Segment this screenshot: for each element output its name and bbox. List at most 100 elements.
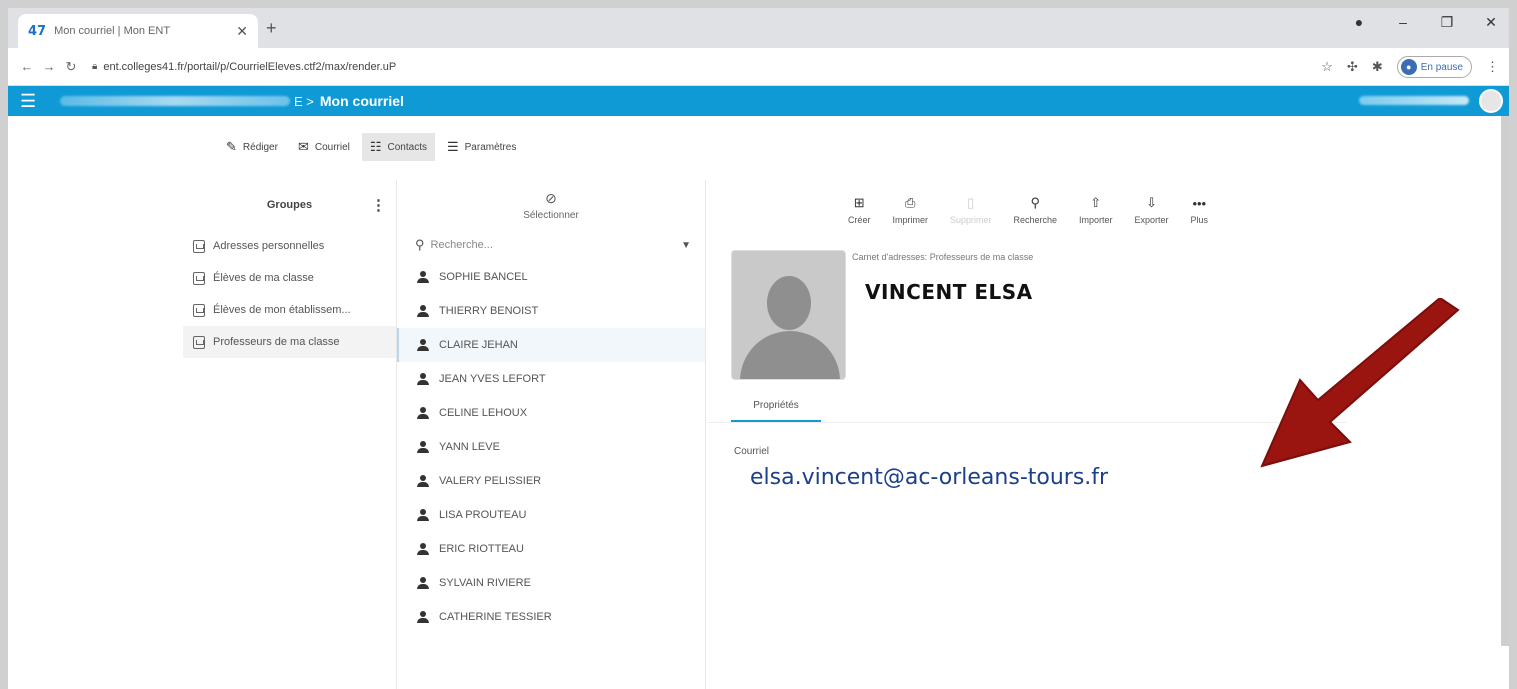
contact-item[interactable]: VALERY PELISSIER — [397, 464, 705, 498]
new-tab-icon[interactable]: + — [266, 18, 277, 39]
contact-actions: ⊞ Créer ⎙ Imprimer ▯ Supprimer ⚲ Recherc… — [707, 180, 1349, 240]
contact-name: LISA PROUTEAU — [439, 509, 527, 521]
user-avatar[interactable] — [1479, 89, 1503, 113]
url-field[interactable]: 🔒︎ ent.colleges41.fr/portail/p/CourrielE… — [92, 61, 396, 73]
annotation-arrow-icon — [1260, 298, 1460, 468]
reload-icon[interactable]: ↻ — [60, 59, 82, 75]
tab-contacts[interactable]: ☷ Contacts — [361, 133, 435, 161]
puzzle-icon[interactable]: ✱ — [1372, 59, 1383, 75]
extension-area: ☆ ✣ ✱ ● En pause ⋮ — [1321, 56, 1499, 78]
more-icon: ••• — [1192, 195, 1207, 211]
groups-panel: Groupes ⋮ Adresses personnelles Élèves d… — [183, 180, 396, 689]
contact-fullname: VINCENT ELSA — [865, 280, 1033, 304]
tab-label: Rédiger — [242, 141, 278, 153]
create-button[interactable]: ⊞ Créer — [848, 195, 871, 225]
profile-avatar-icon: ● — [1400, 59, 1417, 75]
address-book-icon — [193, 335, 205, 349]
contact-item[interactable]: ERIC RIOTTEAU — [397, 532, 705, 566]
contact-item[interactable]: THIERRY BENOIST — [397, 294, 705, 328]
contacts-icon: ☷ — [369, 139, 382, 154]
address-book-icon — [193, 271, 205, 285]
action-label: Supprimer — [949, 215, 992, 225]
contact-name: SYLVAIN RIVIERE — [439, 577, 531, 589]
tab-properties[interactable]: Propriétés — [731, 390, 821, 422]
group-item[interactable]: Élèves de ma classe — [183, 262, 396, 294]
contact-name: CATHERINE TESSIER — [439, 611, 552, 623]
contact-item[interactable]: JEAN YVES LEFORT — [397, 362, 705, 396]
compose-icon: ✎ — [226, 139, 237, 154]
tab-mail[interactable]: ✉ Courriel — [290, 133, 358, 161]
delete-button[interactable]: ▯ Supprimer — [950, 195, 992, 225]
account-circle-icon[interactable]: ● — [1351, 14, 1367, 31]
search-input[interactable]: Recherche... — [431, 239, 682, 251]
settings-icon: ☰ — [446, 139, 459, 154]
contact-name: ERIC RIOTTEAU — [439, 543, 524, 555]
profile-status: En pause — [1420, 61, 1463, 73]
back-icon[interactable]: ← — [16, 59, 38, 74]
tab-label: Paramètres — [464, 141, 517, 153]
trash-icon: ▯ — [967, 195, 975, 210]
tab-title: Mon courriel | Mon ENT — [54, 25, 171, 37]
contact-item[interactable]: SYLVAIN RIVIERE — [397, 566, 705, 600]
scrollbar[interactable] — [1501, 116, 1509, 646]
address-book-icon — [193, 239, 205, 253]
close-tab-icon[interactable]: ✕ — [236, 23, 248, 40]
tab-label: Courriel — [314, 141, 350, 153]
search-button[interactable]: ⚲ Recherche — [1013, 195, 1057, 225]
address-book-icon — [193, 303, 205, 317]
app-header: ☰ E > Mon courriel — [8, 86, 1509, 116]
group-label: Adresses personnelles — [213, 240, 325, 252]
contact-search[interactable]: ⚲ Recherche... ▼ — [397, 230, 705, 260]
silhouette-head — [767, 276, 811, 330]
group-item[interactable]: Élèves de mon établissem... — [183, 294, 396, 326]
print-button[interactable]: ⎙ Imprimer — [892, 195, 928, 225]
contact-item[interactable]: SOPHIE BANCEL — [397, 260, 705, 294]
chevron-down-icon[interactable]: ▼ — [681, 240, 691, 251]
action-label: Créer — [847, 215, 871, 225]
page-title: Mon courriel — [319, 93, 404, 109]
more-button[interactable]: ••• Plus — [1191, 196, 1209, 225]
contact-item[interactable]: YANN LEVE — [397, 430, 705, 464]
action-label: Recherche — [1013, 215, 1057, 225]
export-button[interactable]: ⇩ Exporter — [1135, 195, 1169, 225]
contact-name: THIERRY BENOIST — [439, 305, 539, 317]
group-item[interactable]: Adresses personnelles — [183, 230, 396, 262]
restore-icon[interactable]: ❐ — [1439, 14, 1455, 31]
action-label: Plus — [1190, 214, 1209, 225]
contact-item[interactable]: CATHERINE TESSIER — [397, 600, 705, 634]
person-icon — [417, 305, 429, 317]
select-button[interactable]: ⊘ Sélectionner — [397, 180, 705, 230]
group-item-selected[interactable]: Professeurs de ma classe — [183, 326, 396, 358]
tab-compose[interactable]: ✎ Rédiger — [218, 133, 286, 161]
person-icon — [417, 475, 429, 487]
contact-item[interactable]: LISA PROUTEAU — [397, 498, 705, 532]
menu-dots-icon[interactable]: ⋮ — [1486, 59, 1499, 75]
tab-bar: 47 Mon courriel | Mon ENT ✕ + ● – ❐ ✕ — [8, 8, 1509, 48]
arrow-shape — [1260, 298, 1460, 468]
action-label: Importer — [1079, 215, 1113, 225]
contact-name: SOPHIE BANCEL — [439, 271, 528, 283]
tab-settings[interactable]: ☰ Paramètres — [439, 133, 524, 161]
person-icon — [417, 577, 429, 589]
divider — [707, 422, 1347, 423]
forward-icon[interactable]: → — [38, 59, 60, 74]
person-icon — [417, 407, 429, 419]
contact-item[interactable]: CELINE LEHOUX — [397, 396, 705, 430]
groups-menu-icon[interactable]: ⋮ — [371, 196, 386, 214]
tab-label: Contacts — [387, 141, 427, 153]
star-icon[interactable]: ☆ — [1321, 59, 1333, 75]
profile-button[interactable]: ● En pause — [1396, 56, 1472, 78]
hamburger-menu-icon[interactable]: ☰ — [8, 91, 42, 112]
person-icon — [417, 373, 429, 385]
minimize-icon[interactable]: – — [1395, 14, 1411, 31]
window-close-icon[interactable]: ✕ — [1483, 14, 1499, 31]
contact-detail-panel: ⊞ Créer ⎙ Imprimer ▯ Supprimer ⚲ Recherc… — [707, 180, 1349, 689]
import-button[interactable]: ⇧ Importer — [1079, 195, 1113, 225]
email-value[interactable]: elsa.vincent@ac-orleans-tours.fr — [750, 465, 1108, 490]
site-favicon-icon: 47 — [28, 23, 47, 39]
contact-item-selected[interactable]: CLAIRE JEHAN — [397, 328, 705, 362]
window-controls: ● – ❐ ✕ — [1351, 14, 1509, 31]
envelope-icon: ✉ — [297, 139, 309, 154]
extension-icon[interactable]: ✣ — [1347, 59, 1358, 75]
browser-tab[interactable]: 47 Mon courriel | Mon ENT ✕ — [18, 14, 258, 48]
